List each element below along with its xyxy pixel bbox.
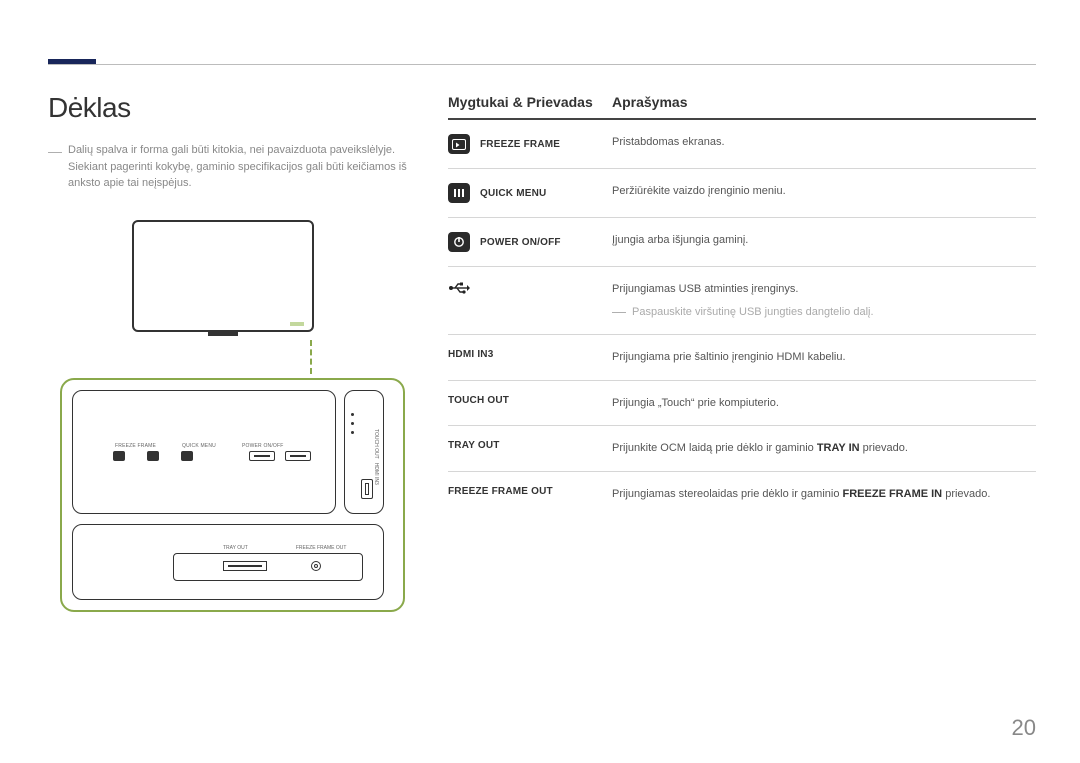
usb-port-icon xyxy=(285,451,311,461)
table-header: Mygtukai & Prievadas Aprašymas xyxy=(448,94,1036,120)
freeze-button-icon xyxy=(113,451,125,461)
th-buttons-ports: Mygtukai & Prievadas xyxy=(448,94,598,110)
th-description: Aprašymas xyxy=(612,94,688,110)
diag-label-ffout: FREEZE FRAME OUT xyxy=(296,545,347,551)
power-icon xyxy=(448,232,470,252)
table-row: TRAY OUT Prijunkite OCM laidą prie dėklo… xyxy=(448,426,1036,472)
row-label: HDMI IN3 xyxy=(448,349,494,360)
quick-menu-icon xyxy=(448,183,470,203)
diag-label-freeze: FREEZE FRAME xyxy=(115,443,156,449)
table-row: HDMI IN3 Prijungiama prie šaltinio įreng… xyxy=(448,335,1036,381)
tray-bottom-panel: TRAY OUT FREEZE FRAME OUT xyxy=(72,524,384,600)
quick-button-icon xyxy=(147,451,159,461)
row-label: FREEZE FRAME OUT xyxy=(448,486,553,497)
monitor-illustration xyxy=(132,220,314,336)
row-desc: Prijungia „Touch“ prie kompiuterio. xyxy=(612,395,1036,412)
freeze-frame-icon xyxy=(448,134,470,154)
connection-line xyxy=(310,340,312,374)
row-desc: Prijunkite OCM laidą prie dėklo ir gamin… xyxy=(612,440,1036,457)
usb-port-icon xyxy=(249,451,275,461)
diag-label-trayout: TRAY OUT xyxy=(223,545,248,551)
row-desc: Prijungiama prie šaltinio įrenginio HDMI… xyxy=(612,349,1036,366)
row-label: QUICK MENU xyxy=(480,188,546,199)
row-label: TOUCH OUT xyxy=(448,395,509,406)
row-label: FREEZE FRAME xyxy=(480,139,560,150)
page-number: 20 xyxy=(1012,715,1036,741)
row-subnote: ―Paspauskite viršutinę USB jungties dang… xyxy=(612,304,1036,321)
note-text: Dalių spalva ir forma gali būti kitokia,… xyxy=(68,142,408,192)
diag-label-quick: QUICK MENU xyxy=(182,443,216,449)
row-desc: Peržiūrėkite vaizdo įrenginio meniu. xyxy=(612,183,1036,200)
ports-table: Mygtukai & Prievadas Aprašymas FREEZE FR… xyxy=(448,94,1036,516)
header-rule xyxy=(48,64,1036,65)
dash-icon: ― xyxy=(612,304,626,321)
row-label: POWER ON/OFF xyxy=(480,237,561,248)
row-label: TRAY OUT xyxy=(448,440,500,451)
manual-page: Dėklas ― Dalių spalva ir forma gali būti… xyxy=(0,0,1080,763)
table-row: Prijungiamas USB atminties įrenginys. ―P… xyxy=(448,267,1036,335)
tray-front-panel: FREEZE FRAME QUICK MENU POWER ON/OFF xyxy=(72,390,336,514)
tray-out-port-icon xyxy=(223,561,267,571)
power-button-icon xyxy=(181,451,193,461)
row-desc: Prijungiamas stereolaidas prie dėklo ir … xyxy=(612,486,1036,503)
disclaimer-note: ― Dalių spalva ir forma gali būti kitoki… xyxy=(48,142,408,192)
table-row: QUICK MENU Peržiūrėkite vaizdo įrenginio… xyxy=(448,169,1036,218)
table-row: TOUCH OUT Prijungia „Touch“ prie kompiut… xyxy=(448,381,1036,427)
section-title: Dėklas xyxy=(48,92,408,124)
dash-icon: ― xyxy=(48,144,62,158)
diag-label-hdmi: HDMI IN3 xyxy=(373,462,379,484)
row-desc: Įjungia arba išjungia gaminį. xyxy=(612,232,1036,249)
tray-illustration: FREEZE FRAME QUICK MENU POWER ON/OFF xyxy=(60,378,405,612)
table-row: FREEZE FRAME OUT Prijungiamas stereolaid… xyxy=(448,472,1036,517)
hdmi-port-icon xyxy=(361,479,373,499)
tray-side-panel: TOUCH OUT HDMI IN3 xyxy=(344,390,384,514)
usb-icon xyxy=(448,281,470,300)
row-desc: Prijungiamas USB atminties įrenginys. xyxy=(612,281,1036,298)
table-row: FREEZE FRAME Pristabdomas ekranas. xyxy=(448,120,1036,169)
row-desc: Pristabdomas ekranas. xyxy=(612,134,1036,151)
table-row: POWER ON/OFF Įjungia arba išjungia gamin… xyxy=(448,218,1036,267)
left-column: Dėklas ― Dalių spalva ir forma gali būti… xyxy=(48,92,408,612)
freeze-out-jack-icon xyxy=(311,561,321,571)
diag-label-touch: TOUCH OUT xyxy=(373,429,379,459)
diag-label-power: POWER ON/OFF xyxy=(242,443,284,449)
